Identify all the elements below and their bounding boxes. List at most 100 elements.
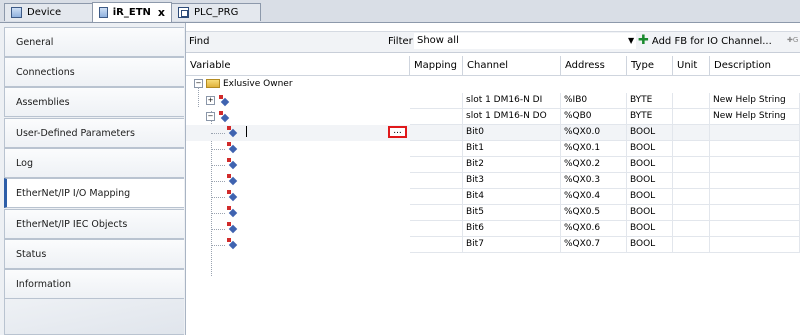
column-header-description[interactable]: Description	[710, 56, 800, 76]
mapping-cell[interactable]	[410, 237, 463, 253]
find-input[interactable]	[210, 33, 410, 49]
address-cell: %QX0.3	[561, 173, 627, 189]
mapping-cell[interactable]	[410, 157, 463, 173]
table-row[interactable]: Bit2 %QX0.2 BOOL	[186, 157, 800, 173]
nav-item-general[interactable]: General	[4, 27, 184, 57]
type-cell: BOOL	[627, 141, 673, 157]
goto-button[interactable]: ✚G	[787, 35, 798, 45]
io-channel-icon	[226, 158, 238, 169]
nav-item-connections[interactable]: Connections	[4, 57, 184, 87]
column-header-mapping[interactable]: Mapping	[410, 56, 463, 76]
channel-cell: Bit1	[463, 141, 561, 157]
add-fb-button[interactable]: ✚ Add FB for IO Channel...	[638, 33, 788, 49]
variable-tree-node	[226, 173, 238, 188]
close-tab-icon[interactable]: x	[158, 6, 165, 19]
address-cell: %QX0.2	[561, 157, 627, 173]
description-cell	[710, 205, 800, 221]
nav-item-user-defined-parameters[interactable]: User-Defined Parameters	[4, 118, 184, 148]
nav-item-log[interactable]: Log	[4, 148, 184, 178]
description-cell	[710, 189, 800, 205]
variable-tree-node: +	[206, 94, 230, 109]
channel-cell: Bit0	[463, 125, 561, 141]
table-row[interactable]: Bit6 %QX0.6 BOOL	[186, 221, 800, 237]
chevron-down-icon[interactable]: ▼	[628, 36, 634, 45]
variable-edit-field[interactable]	[246, 126, 247, 137]
tree-row-group[interactable]: − Exlusive Owner	[186, 76, 800, 92]
type-cell: BOOL	[627, 173, 673, 189]
io-channel-icon	[226, 126, 238, 137]
nav-item-assemblies[interactable]: Assemblies	[4, 87, 184, 117]
tab-ir-etn[interactable]: iR_ETN x	[92, 2, 172, 22]
type-cell: BOOL	[627, 221, 673, 237]
table-row[interactable]: Bit0 %QX0.0 BOOL...	[186, 125, 800, 141]
table-row[interactable]: Bit5 %QX0.5 BOOL	[186, 205, 800, 221]
mapping-cell[interactable]	[410, 173, 463, 189]
address-cell: %IB0	[561, 93, 627, 109]
table-row[interactable]: slot 1 DM16-N DI %IB0 BYTE New Help String +	[186, 93, 800, 109]
mapping-cell[interactable]	[410, 205, 463, 221]
filter-value: Show all	[417, 35, 459, 46]
mapping-cell[interactable]	[410, 221, 463, 237]
column-header-channel[interactable]: Channel	[463, 56, 561, 76]
channel-cell: Bit3	[463, 173, 561, 189]
nav-item-iec-objects[interactable]: EtherNet/IP IEC Objects	[4, 209, 184, 239]
channel-cell: Bit2	[463, 157, 561, 173]
address-cell: %QX0.5	[561, 205, 627, 221]
variable-tree-node	[226, 189, 238, 204]
tree-guide	[211, 181, 225, 182]
device-icon	[11, 7, 22, 18]
column-header-variable[interactable]: Variable	[186, 56, 410, 76]
type-cell: BYTE	[627, 93, 673, 109]
channel-cell: Bit4	[463, 189, 561, 205]
address-cell: %QX0.0	[561, 125, 627, 141]
editor-tab-strip: Device iR_ETN x PLC_PRG	[0, 0, 800, 23]
channel-cell: Bit5	[463, 205, 561, 221]
column-header-address[interactable]: Address	[561, 56, 627, 76]
description-cell	[710, 125, 800, 141]
unit-cell	[673, 189, 710, 205]
mapping-cell[interactable]	[410, 189, 463, 205]
add-icon: ✚	[638, 33, 649, 48]
nav-item-io-mapping[interactable]: EtherNet/IP I/O Mapping	[4, 178, 184, 208]
tab-plc-prg[interactable]: PLC_PRG	[171, 3, 261, 21]
unit-cell	[673, 93, 710, 109]
table-row[interactable]: Bit1 %QX0.1 BOOL	[186, 141, 800, 157]
device-editor-nav: General Connections Assemblies User-Defi…	[0, 23, 186, 335]
nav-item-status[interactable]: Status	[4, 239, 184, 269]
address-cell: %QX0.7	[561, 237, 627, 253]
mapping-cell[interactable]	[410, 125, 463, 141]
mapping-cell[interactable]	[410, 93, 463, 109]
nav-item-information[interactable]: Information	[4, 269, 184, 299]
tab-device[interactable]: Device	[4, 3, 94, 21]
unit-cell	[673, 157, 710, 173]
find-label: Find	[189, 36, 210, 47]
description-cell: New Help String	[710, 93, 800, 109]
table-row[interactable]: Bit7 %QX0.7 BOOL	[186, 237, 800, 253]
filter-select[interactable]: Show all	[414, 33, 636, 49]
folder-icon	[206, 79, 220, 88]
variable-tree-node	[226, 125, 247, 140]
unit-cell	[673, 109, 710, 125]
unit-cell	[673, 173, 710, 189]
input-assistant-button[interactable]: ...	[388, 126, 407, 138]
unit-cell	[673, 125, 710, 141]
mapping-cell[interactable]	[410, 141, 463, 157]
program-icon	[178, 7, 189, 18]
unit-cell	[673, 237, 710, 253]
table-row[interactable]: Bit4 %QX0.4 BOOL	[186, 189, 800, 205]
column-header-type[interactable]: Type	[627, 56, 673, 76]
collapse-icon[interactable]: −	[206, 112, 215, 121]
address-cell: %QX0.4	[561, 189, 627, 205]
column-header-unit[interactable]: Unit	[673, 56, 710, 76]
tab-device-label: Device	[27, 7, 62, 18]
description-cell	[710, 141, 800, 157]
expand-icon[interactable]: +	[206, 96, 215, 105]
variable-tree-node	[226, 237, 238, 252]
table-row[interactable]: Bit3 %QX0.3 BOOL	[186, 173, 800, 189]
mapping-cell[interactable]	[410, 109, 463, 125]
group-label: Exlusive Owner	[223, 79, 293, 89]
io-channel-icon	[226, 222, 238, 233]
table-row[interactable]: slot 1 DM16-N DO %QB0 BYTE New Help String −	[186, 109, 800, 125]
channel-cell: Bit6	[463, 221, 561, 237]
description-cell	[710, 157, 800, 173]
